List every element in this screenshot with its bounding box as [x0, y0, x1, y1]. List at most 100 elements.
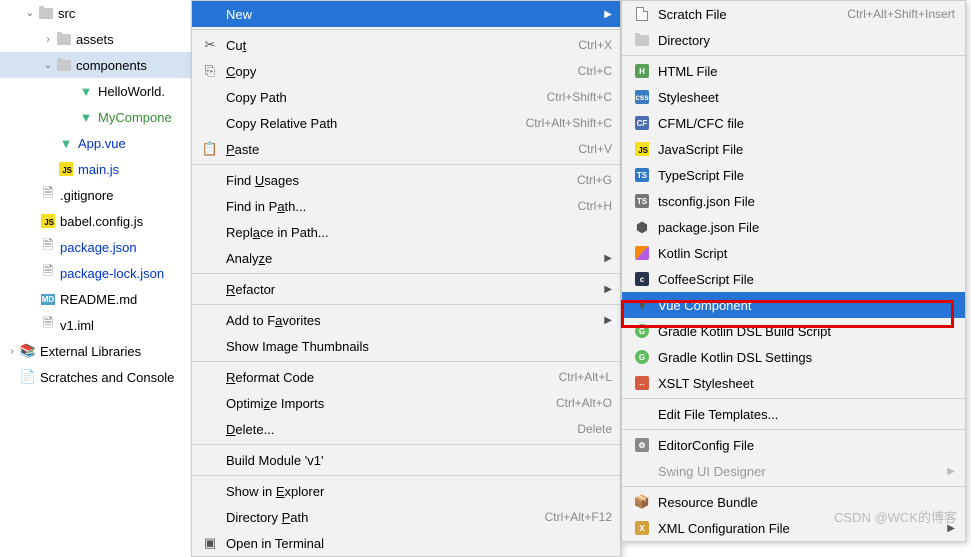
- menu-directory-path[interactable]: Directory Path Ctrl+Alt+F12: [192, 504, 620, 530]
- tree-v1iml[interactable]: 🗎 v1.iml: [0, 312, 191, 338]
- menu-new[interactable]: New ▶: [192, 1, 620, 27]
- tree-label: main.js: [78, 162, 119, 177]
- tree-src[interactable]: ⌄ src: [0, 0, 191, 26]
- xslt-icon: ↔: [632, 376, 652, 390]
- chevron-right-icon: ▶: [604, 253, 612, 264]
- menu-editorconfig[interactable]: ⚙ EditorConfig File: [622, 432, 965, 458]
- vue-icon: ▼: [78, 83, 94, 99]
- menu-swing-ui[interactable]: Swing UI Designer ▶: [622, 458, 965, 484]
- menu-replace-in-path[interactable]: Replace in Path...: [192, 219, 620, 245]
- chevron-right-icon: ▶: [947, 466, 955, 477]
- separator: [192, 361, 620, 362]
- menu-ts-file[interactable]: TS TypeScript File: [622, 162, 965, 188]
- tree-gitignore[interactable]: 🗎 .gitignore: [0, 182, 191, 208]
- separator: [192, 475, 620, 476]
- menu-edit-file-templates[interactable]: Edit File Templates...: [622, 401, 965, 427]
- separator: [192, 273, 620, 274]
- tree-scratches[interactable]: 📄 Scratches and Console: [0, 364, 191, 390]
- menu-find-usages[interactable]: Find Usages Ctrl+G: [192, 167, 620, 193]
- menu-directory[interactable]: Directory: [622, 27, 965, 53]
- separator: [622, 429, 965, 430]
- menu-packagejson[interactable]: ⬢ package.json File: [622, 214, 965, 240]
- menu-label: Add to Favorites: [226, 313, 596, 328]
- menu-label: EditorConfig File: [658, 438, 955, 453]
- folder-icon: [56, 57, 72, 73]
- menu-gradle-build[interactable]: G Gradle Kotlin DSL Build Script: [622, 318, 965, 344]
- tree-mainjs[interactable]: JS main.js: [0, 156, 191, 182]
- menu-label: Delete...: [226, 422, 577, 437]
- menu-label: Copy Relative Path: [226, 116, 526, 131]
- menu-html-file[interactable]: H HTML File: [622, 58, 965, 84]
- tree-mycomponent[interactable]: ▼ MyCompone: [0, 104, 191, 130]
- menu-build-module[interactable]: Build Module 'v1': [192, 447, 620, 473]
- menu-label: Optimize Imports: [226, 396, 556, 411]
- menu-analyze[interactable]: Analyze ▶: [192, 245, 620, 271]
- menu-js-file[interactable]: JS JavaScript File: [622, 136, 965, 162]
- menu-paste[interactable]: 📋 Paste Ctrl+V: [192, 136, 620, 162]
- js-icon: JS: [40, 213, 56, 229]
- file-icon: [632, 7, 652, 21]
- menu-reformat[interactable]: Reformat Code Ctrl+Alt+L: [192, 364, 620, 390]
- tree-readme[interactable]: MD README.md: [0, 286, 191, 312]
- editorconfig-icon: ⚙: [632, 438, 652, 452]
- menu-copy[interactable]: ⎘ Copy Ctrl+C: [192, 58, 620, 84]
- menu-stylesheet[interactable]: css Stylesheet: [622, 84, 965, 110]
- file-icon: 🗎: [40, 317, 56, 333]
- folder-icon: [38, 5, 54, 21]
- menu-cfml-file[interactable]: CF CFML/CFC file: [622, 110, 965, 136]
- tree-label: External Libraries: [40, 344, 141, 359]
- menu-gradle-settings[interactable]: G Gradle Kotlin DSL Settings: [622, 344, 965, 370]
- tree-babelconfig[interactable]: JS babel.config.js: [0, 208, 191, 234]
- tree-helloworld[interactable]: ▼ HelloWorld.: [0, 78, 191, 104]
- menu-show-thumbnails[interactable]: Show Image Thumbnails: [192, 333, 620, 359]
- coffeescript-icon: c: [632, 272, 652, 286]
- paste-icon: 📋: [200, 141, 220, 157]
- menu-vue-component[interactable]: ▼ Vue Component: [622, 292, 965, 318]
- tree-appvue[interactable]: ▼ App.vue: [0, 130, 191, 156]
- menu-tsconfig[interactable]: TS tsconfig.json File: [622, 188, 965, 214]
- menu-xslt[interactable]: ↔ XSLT Stylesheet: [622, 370, 965, 396]
- menu-optimize-imports[interactable]: Optimize Imports Ctrl+Alt+O: [192, 390, 620, 416]
- project-tree[interactable]: ⌄ src › assets ⌄ components ▼ HelloWorld…: [0, 0, 191, 540]
- ts-icon: TS: [632, 168, 652, 182]
- tree-external-libraries[interactable]: › 📚 External Libraries: [0, 338, 191, 364]
- menu-label: CFML/CFC file: [658, 116, 955, 131]
- menu-copy-relative-path[interactable]: Copy Relative Path Ctrl+Alt+Shift+C: [192, 110, 620, 136]
- menu-label: TypeScript File: [658, 168, 955, 183]
- json-icon: 🗎: [40, 265, 56, 281]
- menu-label: HTML File: [658, 64, 955, 79]
- menu-label: Refactor: [226, 282, 596, 297]
- menu-label: Show Image Thumbnails: [226, 339, 612, 354]
- html-icon: H: [632, 64, 652, 78]
- menu-kotlin-script[interactable]: Kotlin Script: [622, 240, 965, 266]
- menu-cut[interactable]: ✂ Cut Ctrl+X: [192, 32, 620, 58]
- gradle-icon: G: [632, 350, 652, 364]
- menu-label: Stylesheet: [658, 90, 955, 105]
- menu-find-in-path[interactable]: Find in Path... Ctrl+H: [192, 193, 620, 219]
- menu-scratch-file[interactable]: Scratch File Ctrl+Alt+Shift+Insert: [622, 1, 965, 27]
- menu-label: XSLT Stylesheet: [658, 376, 955, 391]
- shortcut: Ctrl+Alt+Shift+Insert: [847, 7, 955, 21]
- menu-refactor[interactable]: Refactor ▶: [192, 276, 620, 302]
- tree-assets[interactable]: › assets: [0, 26, 191, 52]
- scratches-icon: 📄: [20, 369, 36, 385]
- separator: [192, 29, 620, 30]
- tree-packagejson[interactable]: 🗎 package.json: [0, 234, 191, 260]
- kotlin-icon: [632, 246, 652, 260]
- shortcut: Ctrl+X: [578, 38, 612, 52]
- menu-delete[interactable]: Delete... Delete: [192, 416, 620, 442]
- tree-packagelock[interactable]: 🗎 package-lock.json: [0, 260, 191, 286]
- menu-show-explorer[interactable]: Show in Explorer: [192, 478, 620, 504]
- menu-open-terminal[interactable]: ▣ Open in Terminal: [192, 530, 620, 556]
- shortcut: Delete: [577, 422, 612, 436]
- menu-label: Scratch File: [658, 7, 847, 22]
- separator: [192, 164, 620, 165]
- packagejson-icon: ⬢: [632, 219, 652, 236]
- tree-components[interactable]: ⌄ components: [0, 52, 191, 78]
- menu-copy-path[interactable]: Copy Path Ctrl+Shift+C: [192, 84, 620, 110]
- menu-coffeescript[interactable]: c CoffeeScript File: [622, 266, 965, 292]
- menu-label: Vue Component: [658, 298, 955, 313]
- context-menu-new: Scratch File Ctrl+Alt+Shift+Insert Direc…: [621, 0, 966, 542]
- menu-label: Find in Path...: [226, 199, 578, 214]
- menu-add-favorites[interactable]: Add to Favorites ▶: [192, 307, 620, 333]
